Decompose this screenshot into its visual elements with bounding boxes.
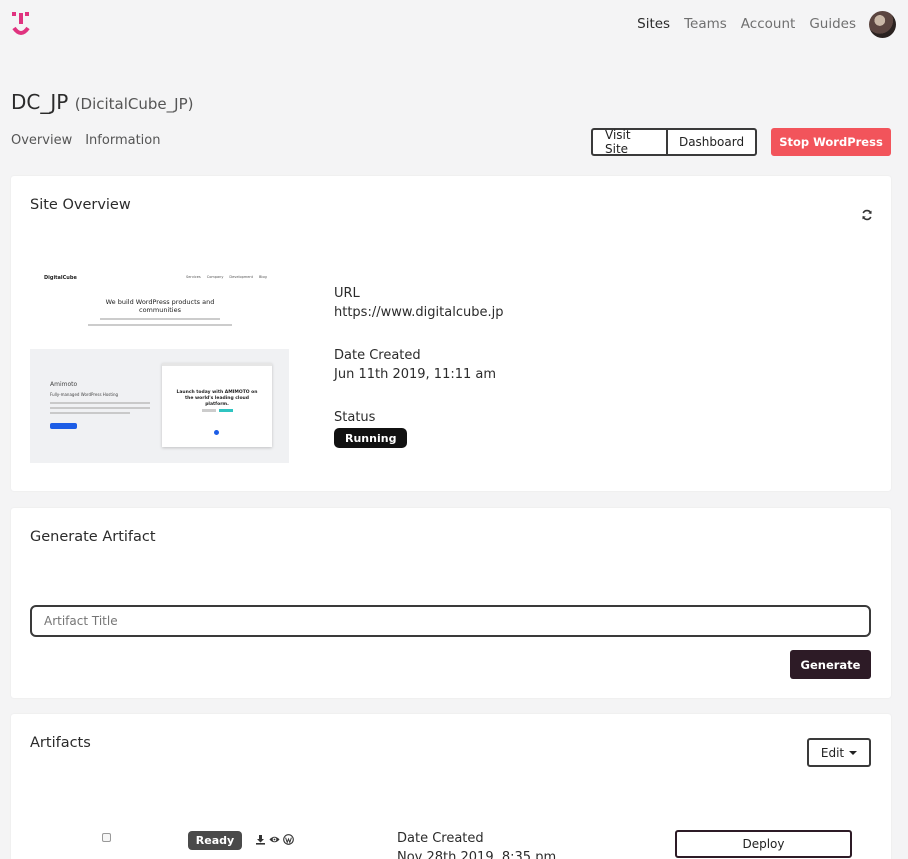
artifact-date-value: Nov 28th 2019, 8:35 pm (397, 850, 557, 859)
generate-artifact-title: Generate Artifact (30, 529, 156, 545)
preview-window-bar (162, 363, 272, 366)
status-label: Status (334, 410, 376, 425)
top-navbar: Sites Teams Account Guides (0, 0, 908, 50)
edit-dropdown-button[interactable]: Edit (807, 738, 871, 767)
generate-button[interactable]: Generate (790, 650, 871, 679)
refresh-icon[interactable] (861, 209, 873, 221)
user-avatar[interactable] (869, 11, 896, 38)
date-created-label: Date Created (334, 348, 421, 363)
preview-text-line (88, 324, 232, 326)
preview-headline: We build WordPress products and communit… (105, 298, 215, 314)
site-subnav: Overview Information (11, 133, 160, 148)
preview-bottom-section: Amimoto Fully-managed WordPress Hosting … (30, 349, 289, 463)
tab-information[interactable]: Information (85, 133, 160, 148)
dashboard-button[interactable]: Dashboard (666, 128, 757, 156)
artifacts-card: Artifacts Edit Ready Date Created Nov 28… (11, 714, 891, 859)
generate-artifact-card: Generate Artifact Generate (11, 508, 891, 698)
preview-window: Launch today with AMIMOTO on the world's… (162, 363, 272, 447)
artifact-actions (255, 834, 294, 845)
preview-brand: DigitalCube (44, 275, 77, 281)
visit-site-button[interactable]: Visit Site (591, 128, 668, 156)
edit-label: Edit (820, 745, 845, 760)
wordpress-icon[interactable] (283, 834, 294, 845)
preview-text-line (50, 402, 150, 404)
preview-menu-item: Company (206, 275, 224, 279)
nav-teams[interactable]: Teams (684, 16, 727, 32)
artifact-title-input[interactable] (30, 605, 871, 637)
artifacts-title: Artifacts (30, 735, 91, 751)
site-team: (DicitalCube_JP) (74, 95, 194, 113)
page-title: DC_JP (DicitalCube_JP) (11, 90, 193, 114)
nav-account[interactable]: Account (741, 16, 796, 32)
preview-menu-item: Services (186, 275, 201, 279)
artifact-status-badge: Ready (188, 831, 242, 850)
main-nav: Sites Teams Account Guides (637, 16, 856, 32)
date-created-value: Jun 11th 2019, 11:11 am (334, 367, 497, 382)
preview-mini-button (219, 409, 233, 412)
artifact-select-checkbox[interactable] (102, 833, 111, 842)
preview-eye-icon[interactable] (269, 834, 280, 845)
preview-dot (214, 430, 219, 435)
status-badge: Running (334, 428, 408, 448)
stop-wordpress-button[interactable]: Stop WordPress (771, 128, 891, 156)
site-url[interactable]: https://www.digitalcube.jp (334, 305, 503, 320)
preview-product: Amimoto (50, 381, 78, 388)
download-icon[interactable] (255, 834, 266, 845)
preview-product-sub: Fully-managed WordPress Hosting (50, 392, 119, 397)
site-link-buttons: Visit Site Dashboard (591, 128, 757, 156)
tab-overview[interactable]: Overview (11, 133, 72, 148)
preview-menu: Services Company Development Blog (186, 275, 267, 279)
nav-guides[interactable]: Guides (809, 16, 856, 32)
url-label: URL (334, 286, 360, 301)
site-overview-card: Site Overview DigitalCube Services Compa… (11, 176, 891, 491)
site-name: DC_JP (11, 90, 69, 114)
preview-menu-item: Development (229, 275, 253, 279)
nav-sites[interactable]: Sites (637, 16, 670, 32)
preview-text-line (50, 407, 150, 409)
preview-menu-item: Blog (258, 275, 267, 279)
site-overview-title: Site Overview (30, 197, 131, 213)
preview-cta-button (50, 423, 77, 429)
preview-mini-button (202, 409, 216, 412)
site-screenshot[interactable]: DigitalCube Services Company Development… (30, 267, 289, 463)
preview-promo: Launch today with AMIMOTO on the world's… (176, 390, 258, 407)
artifact-date-label: Date Created (397, 831, 484, 846)
deploy-button[interactable]: Deploy (675, 830, 852, 858)
preview-text-line (50, 412, 130, 414)
preview-text-line (100, 318, 220, 320)
brand-logo-icon[interactable] (10, 11, 32, 39)
preview-top-section: DigitalCube Services Company Development… (30, 267, 289, 349)
caret-down-icon (849, 750, 858, 755)
